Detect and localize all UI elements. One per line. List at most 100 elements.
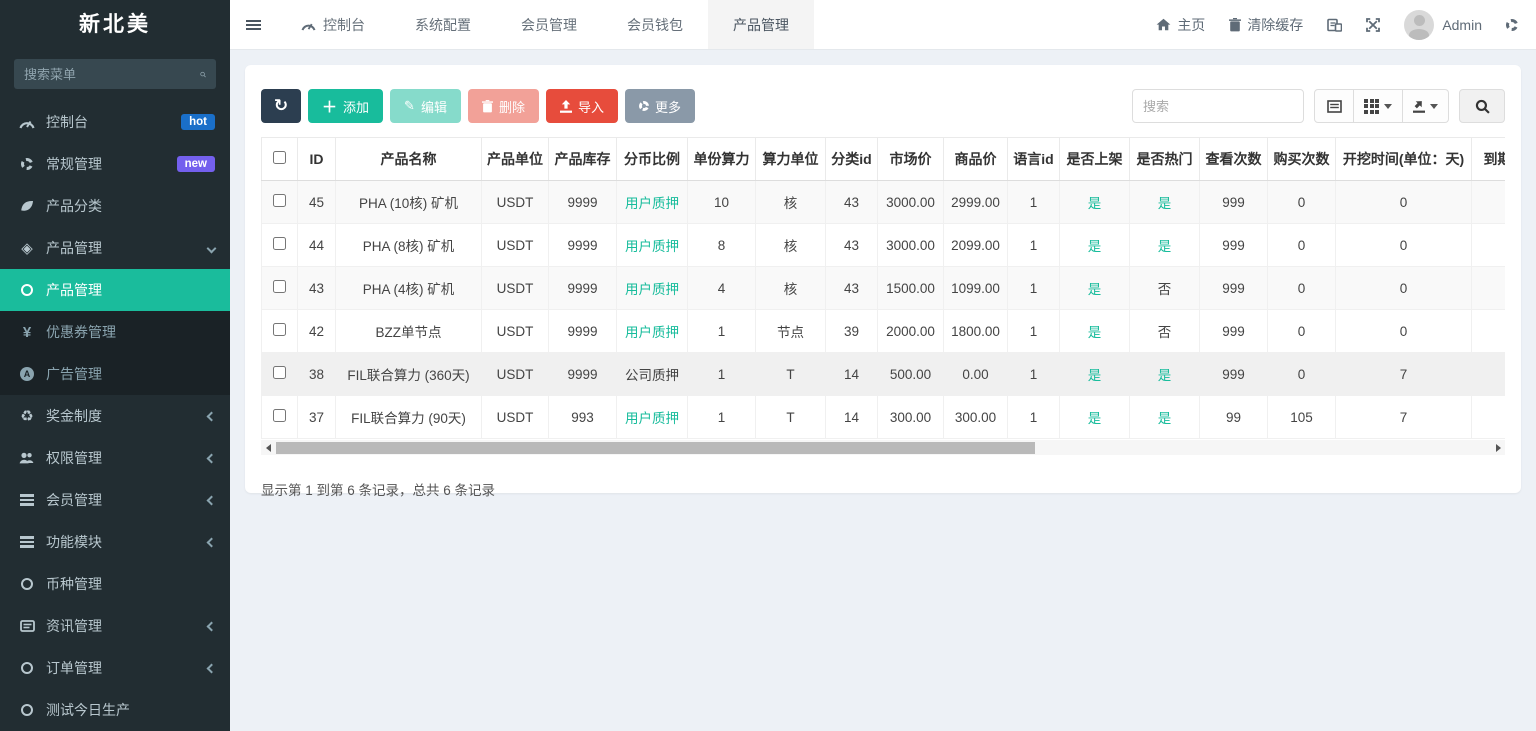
sidebar-item-product-management[interactable]: ◈ 产品管理 [0,227,230,269]
table-row[interactable]: 42 BZZ单节点 USDT 9999 用户质押 1 节点 39 2000.00 1800.00 1… [261,309,1505,353]
table-row[interactable]: 37 FIL联合算力 (90天) USDT 993 用户质押 1 T 14 300.00 300.… [261,395,1505,439]
row-checkbox[interactable] [273,366,286,379]
sidebar-item-function-modules[interactable]: 功能模块 [0,521,230,563]
fullscreen-icon[interactable] [1366,17,1381,32]
cell-link[interactable]: 是 [1059,352,1130,396]
username: Admin [1442,16,1482,33]
tab-member-wallet[interactable]: 会员钱包 [602,0,708,49]
cell: PHA (10核) 矿机 [335,180,482,224]
cell-link[interactable]: 是 [1059,309,1130,353]
cell-link[interactable]: 是 [1059,266,1130,310]
scroll-right-arrow[interactable] [1491,440,1505,455]
cell-link[interactable]: 是 [1129,223,1200,267]
sidebar-item-product-category[interactable]: 产品分类 [0,185,230,227]
cell: 999 [1199,223,1268,267]
clear-cache-link[interactable]: 清除缓存 [1229,15,1303,35]
yen-icon: ¥ [22,323,32,341]
sidebar-item-label: 产品管理 [46,282,102,298]
cell: 2999.00 [943,180,1008,224]
cell-link[interactable]: 用户质押 [616,309,688,353]
user-menu[interactable]: Admin [1404,9,1482,40]
tab-dashboard[interactable]: 控制台 [276,0,390,49]
cell-link[interactable]: 是 [1059,395,1130,439]
edit-button[interactable]: ✎ 编辑 [390,89,461,123]
detail-view-button[interactable] [1314,89,1354,123]
newspaper-icon [15,620,39,632]
language-icon[interactable] [1327,17,1343,32]
row-checkbox[interactable] [273,194,286,207]
table-row[interactable]: 38 FIL联合算力 (360天) USDT 9999 公司质押 1 T 14 500.00 0.… [261,352,1505,396]
cell [1471,266,1505,310]
sidebar-toggle-button[interactable] [230,0,276,49]
home-link[interactable]: 主页 [1156,15,1205,35]
sidebar-item-bonus-system[interactable]: ♻ 奖金制度 [0,395,230,437]
search-button[interactable] [1459,89,1505,123]
tab-product-management[interactable]: 产品管理 [708,0,814,49]
sidebar-item-label: 订单管理 [46,660,102,676]
cell-link[interactable]: 是 [1059,223,1130,267]
cell-link[interactable]: 用户质押 [616,395,688,439]
sidebar-search-input[interactable] [24,66,200,82]
sidebar-item-general[interactable]: 常规管理 new [0,143,230,185]
row-checkbox[interactable] [273,409,286,422]
sidebar-item-permission-management[interactable]: 权限管理 [0,437,230,479]
cell: 1 [1007,309,1060,353]
sidebar-item-member-management[interactable]: 会员管理 [0,479,230,521]
cell: 14 [825,395,878,439]
cell: FIL联合算力 (360天) [335,352,482,396]
cell-link[interactable]: 用户质押 [616,180,688,224]
refresh-button[interactable]: ↻ [261,89,301,123]
add-button[interactable]: ＋添加 [308,89,384,123]
select-all-checkbox[interactable] [273,151,286,164]
cell-link[interactable]: 是 [1129,395,1200,439]
checkbox-cell [261,223,298,267]
sidebar-subitem-ad-management[interactable]: A 广告管理 [0,353,230,395]
cell: 节点 [755,309,826,353]
cell: 1 [687,352,756,396]
columns-button[interactable] [1354,89,1403,123]
table-search-input[interactable] [1132,89,1304,123]
sidebar-item-order-management[interactable]: 订单管理 [0,647,230,689]
tab-system-config[interactable]: 系统配置 [390,0,496,49]
import-button[interactable]: 导入 [545,89,618,123]
sidebar-item-currency-management[interactable]: 币种管理 [0,563,230,605]
detail-view-icon [1326,99,1342,113]
delete-button[interactable]: 删除 [467,89,539,123]
row-checkbox[interactable] [273,323,286,336]
sidebar-item-test-today-production[interactable]: 测试今日生产 [0,689,230,731]
settings-gear-icon[interactable] [1506,18,1518,31]
sidebar-item-news-management[interactable]: 资讯管理 [0,605,230,647]
sidebar-item-label: 产品管理 [46,240,102,256]
scrollbar-thumb[interactable] [276,441,1035,454]
cell-link[interactable]: 是 [1129,352,1200,396]
sidebar-subitem-product-management[interactable]: 产品管理 [0,269,230,311]
cell: 3000.00 [877,223,944,267]
cell: 4 [687,266,756,310]
cell: USDT [481,352,549,396]
app-root: 新北美 控制台 hot 常规管理 new 产品分类 ◈ 产品管理 [0,0,1536,731]
sidebar-subitem-coupon-management[interactable]: ¥ 优惠券管理 [0,311,230,353]
tab-label: 控制台 [323,16,365,33]
chevron-left-icon [206,663,217,673]
cell-link[interactable]: 用户质押 [616,223,688,267]
scroll-left-arrow[interactable] [261,440,275,455]
circle-icon [15,704,39,716]
cell-link[interactable]: 是 [1059,180,1130,224]
row-checkbox[interactable] [273,280,286,293]
sidebar-item-label: 产品分类 [46,198,102,214]
row-checkbox[interactable] [273,237,286,250]
table-row[interactable]: 43 PHA (4核) 矿机 USDT 9999 用户质押 4 核 43 1500.00 1099… [261,266,1505,310]
table-row[interactable]: 44 PHA (8核) 矿机 USDT 9999 用户质押 8 核 43 3000.00 2099… [261,223,1505,267]
more-button[interactable]: 更多 [624,89,695,123]
cell-link[interactable]: 是 [1129,180,1200,224]
horizontal-scrollbar[interactable] [261,440,1505,455]
cell-link[interactable]: 用户质押 [616,266,688,310]
table-row[interactable]: 45 PHA (10核) 矿机 USDT 9999 用户质押 10 核 43 3000.00 29… [261,180,1505,224]
sidebar-item-dashboard[interactable]: 控制台 hot [0,101,230,143]
new-badge: new [176,156,215,172]
tab-member-management[interactable]: 会员管理 [496,0,602,49]
export-button[interactable] [1403,89,1449,123]
products-table-wrap: ID 产品名称 产品单位 产品库存 分币比例 单份算力 算力单位 分类id 市场价 商品价 语言id… [261,137,1505,439]
cell: 44 [297,223,336,267]
chevron-left-icon [206,537,217,547]
